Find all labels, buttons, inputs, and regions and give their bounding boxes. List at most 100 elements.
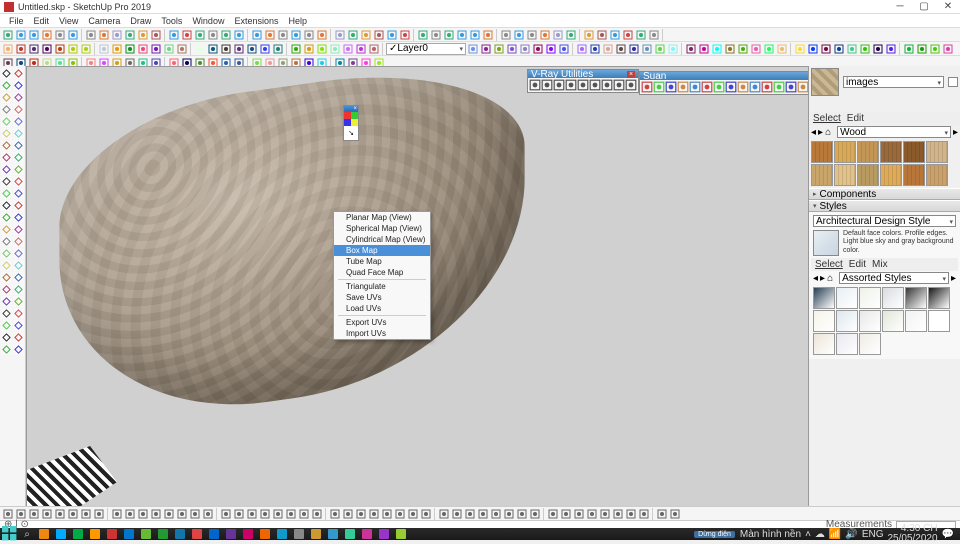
minimize-button[interactable]: ─ — [892, 1, 908, 13]
tb2-btn-5[interactable] — [67, 43, 79, 55]
task-app-16[interactable] — [308, 529, 324, 539]
ltool-23-0[interactable] — [1, 344, 12, 355]
tb2-btn-23[interactable] — [316, 43, 328, 55]
suan-btn-8[interactable] — [737, 81, 749, 93]
style-thumb-7[interactable] — [836, 310, 858, 332]
tb1-btn-19[interactable] — [264, 29, 276, 41]
ltool-11-1[interactable] — [13, 200, 24, 211]
tb2-btn-7[interactable] — [98, 43, 110, 55]
task-app-3[interactable] — [87, 529, 103, 539]
style-thumb-12[interactable] — [813, 333, 835, 355]
bbar-btn-20[interactable] — [272, 508, 284, 520]
tb1-btn-17[interactable] — [233, 29, 245, 41]
vray-btn-0[interactable] — [529, 79, 541, 91]
style-thumb-10[interactable] — [905, 310, 927, 332]
wood-swatch-7[interactable] — [834, 164, 856, 186]
tb1-btn-0[interactable] — [2, 29, 14, 41]
tb1-btn-29[interactable] — [399, 29, 411, 41]
ltool-15-0[interactable] — [1, 248, 12, 259]
ltool-9-0[interactable] — [1, 176, 12, 187]
tb1-btn-24[interactable] — [334, 29, 346, 41]
tb2b-btn-29[interactable] — [859, 43, 871, 55]
tb2-btn-2[interactable] — [28, 43, 40, 55]
task-app-1[interactable] — [53, 529, 69, 539]
bbar-btn-7[interactable] — [93, 508, 105, 520]
vray-btn-7[interactable] — [613, 79, 625, 91]
tb2-btn-3[interactable] — [41, 43, 53, 55]
bbar-btn-37[interactable] — [503, 508, 515, 520]
bbar-btn-33[interactable] — [451, 508, 463, 520]
tb1-btn-47[interactable] — [648, 29, 660, 41]
task-app-6[interactable] — [138, 529, 154, 539]
tb2-btn-13[interactable] — [176, 43, 188, 55]
viewport[interactable]: × ↘ V-Ray Utilities× Suan× Planar Map (V… — [26, 66, 808, 506]
tb2-btn-19[interactable] — [259, 43, 271, 55]
tb1-btn-30[interactable] — [417, 29, 429, 41]
materials-tab-edit[interactable]: Edit — [847, 113, 864, 124]
bbar-btn-43[interactable] — [586, 508, 598, 520]
tb2-btn-15[interactable] — [207, 43, 219, 55]
ltool-22-0[interactable] — [1, 332, 12, 343]
ctx-spherical-map-view-[interactable]: Spherical Map (View) — [334, 223, 430, 234]
tb1-btn-33[interactable] — [456, 29, 468, 41]
close-button[interactable]: ✕ — [940, 1, 956, 13]
tb2b-btn-13[interactable] — [641, 43, 653, 55]
task-app-2[interactable] — [70, 529, 86, 539]
bbar-btn-32[interactable] — [438, 508, 450, 520]
task-app-14[interactable] — [274, 529, 290, 539]
tb1-btn-11[interactable] — [150, 29, 162, 41]
bbar-btn-34[interactable] — [464, 508, 476, 520]
bbar-btn-6[interactable] — [80, 508, 92, 520]
tb2b-btn-9[interactable] — [589, 43, 601, 55]
task-app-18[interactable] — [342, 529, 358, 539]
suan-btn-11[interactable] — [773, 81, 785, 93]
tb2-btn-8[interactable] — [111, 43, 123, 55]
bbar-btn-46[interactable] — [625, 508, 637, 520]
task-app-12[interactable] — [240, 529, 256, 539]
tb2-btn-17[interactable] — [233, 43, 245, 55]
tb1-btn-39[interactable] — [539, 29, 551, 41]
ltool-3-0[interactable] — [1, 104, 12, 115]
tb2b-btn-3[interactable] — [506, 43, 518, 55]
tb2b-btn-25[interactable] — [807, 43, 819, 55]
ltool-7-0[interactable] — [1, 152, 12, 163]
tb2b-btn-35[interactable] — [942, 43, 954, 55]
tb2-btn-1[interactable] — [15, 43, 27, 55]
mini-palette[interactable]: × ↘ — [343, 105, 359, 141]
tb2b-btn-26[interactable] — [820, 43, 832, 55]
ltool-3-1[interactable] — [13, 104, 24, 115]
ltool-20-0[interactable] — [1, 308, 12, 319]
bbar-btn-5[interactable] — [67, 508, 79, 520]
search-icon[interactable]: ⌕ — [19, 529, 35, 539]
tb2b-btn-20[interactable] — [737, 43, 749, 55]
ltool-13-0[interactable] — [1, 224, 12, 235]
tb2b-btn-0[interactable] — [467, 43, 479, 55]
tb1-btn-25[interactable] — [347, 29, 359, 41]
tray-date[interactable]: 25/05/2020 — [887, 533, 937, 544]
bbar-btn-44[interactable] — [599, 508, 611, 520]
bbar-btn-30[interactable] — [407, 508, 419, 520]
bbar-btn-4[interactable] — [54, 508, 66, 520]
tb2b-btn-5[interactable] — [532, 43, 544, 55]
ctx-box-map[interactable]: Box Map — [334, 245, 430, 256]
palette-color-icon[interactable] — [344, 112, 358, 126]
bbar-btn-8[interactable] — [111, 508, 123, 520]
vray-btn-6[interactable] — [601, 79, 613, 91]
bbar-btn-26[interactable] — [355, 508, 367, 520]
bbar-btn-28[interactable] — [381, 508, 393, 520]
style-name-combo[interactable]: Architectural Design Style — [813, 215, 956, 227]
vray-btn-2[interactable] — [553, 79, 565, 91]
home-icon[interactable]: ⌂ — [825, 127, 835, 137]
ctx-save-uvs[interactable]: Save UVs — [334, 292, 430, 303]
ltool-19-1[interactable] — [13, 296, 24, 307]
ctx-cylindrical-map-view-[interactable]: Cylindrical Map (View) — [334, 234, 430, 245]
tb1-btn-32[interactable] — [443, 29, 455, 41]
bbar-btn-40[interactable] — [547, 508, 559, 520]
tb2b-btn-24[interactable] — [794, 43, 806, 55]
back-icon[interactable]: ◂ — [813, 273, 818, 284]
ltool-21-1[interactable] — [13, 320, 24, 331]
bbar-btn-15[interactable] — [202, 508, 214, 520]
ctx-triangulate[interactable]: Triangulate — [334, 281, 430, 292]
tb2b-btn-12[interactable] — [628, 43, 640, 55]
tb1-btn-10[interactable] — [137, 29, 149, 41]
